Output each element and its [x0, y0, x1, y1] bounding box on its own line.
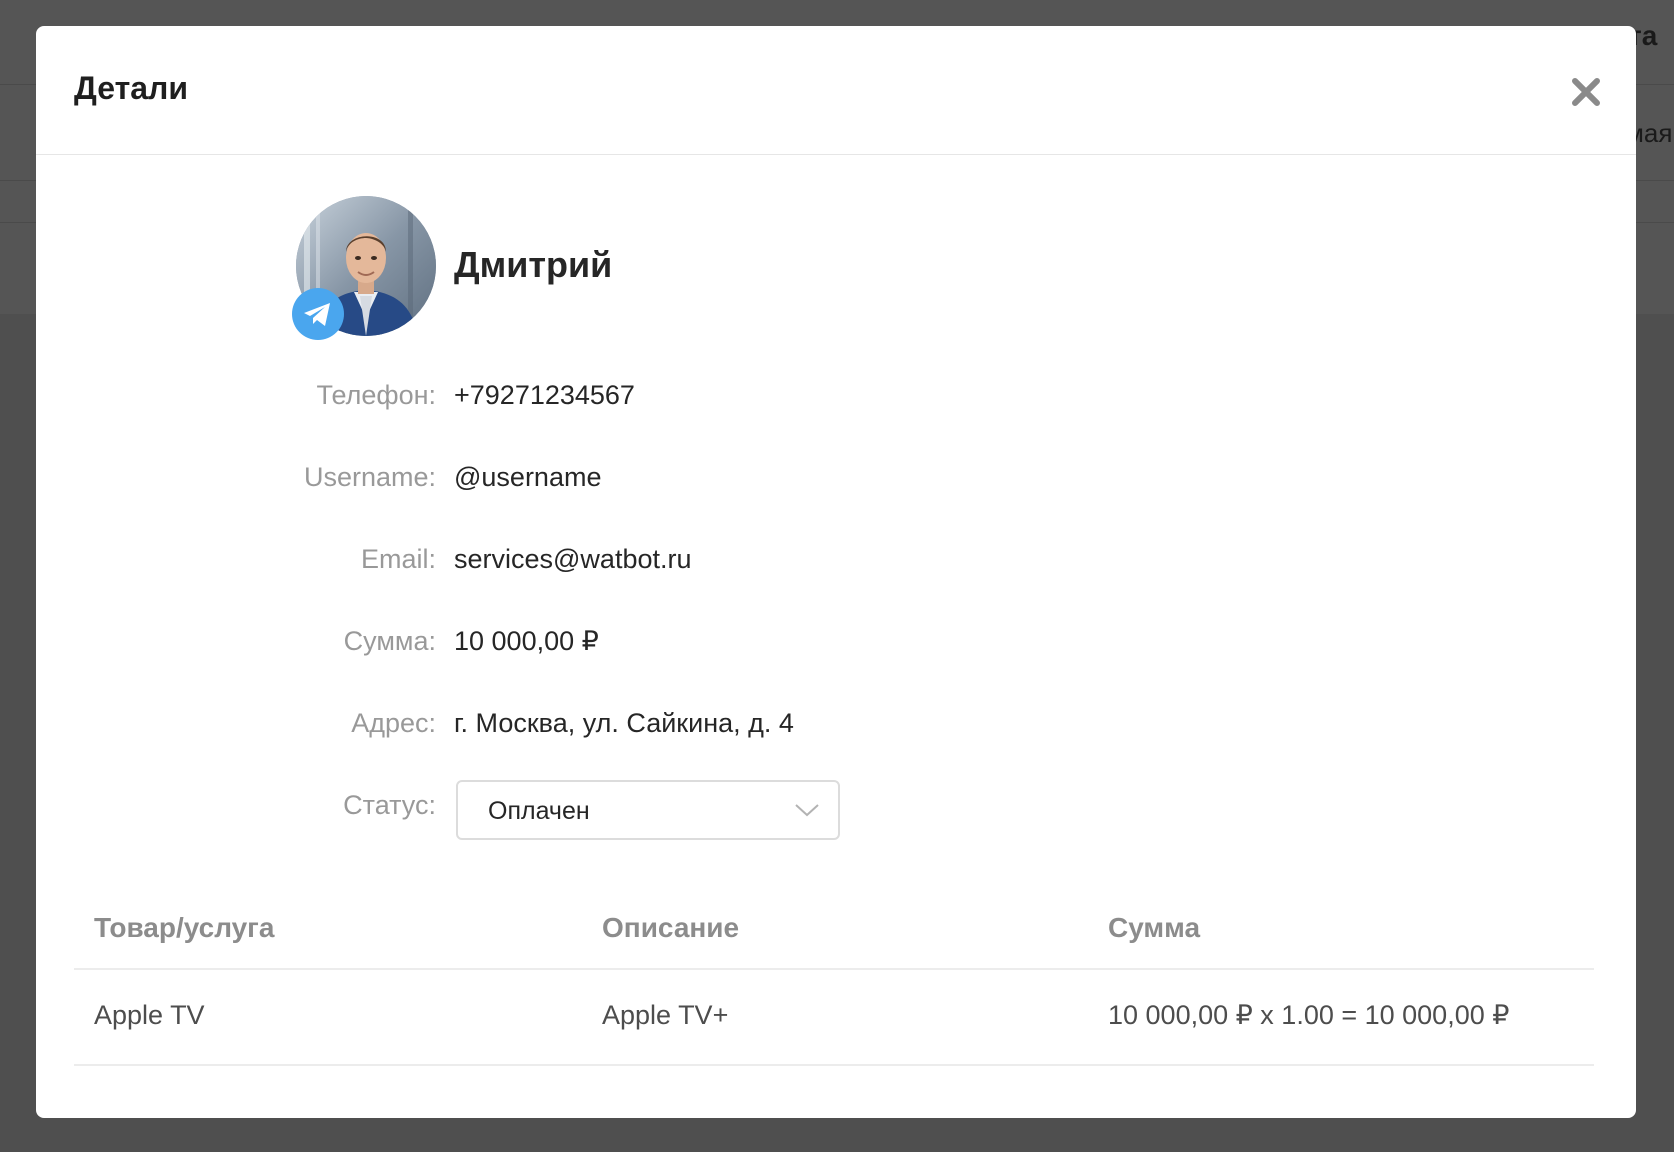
email-label: Email: — [360, 544, 436, 574]
username-label: Username: — [303, 462, 436, 492]
close-button[interactable] — [1566, 72, 1606, 112]
modal-title: Детали — [74, 70, 189, 106]
cell-item: Apple TV — [94, 1000, 205, 1030]
amount-label: Сумма: — [343, 626, 436, 656]
items-table-header: Товар/услуга Описание Сумма — [74, 886, 1594, 970]
column-header-description: Описание — [602, 912, 740, 943]
details-modal: Детали Дмитрий Телефон: +79271234567 Use… — [36, 26, 1636, 1118]
email-value: services@watbot.ru — [454, 544, 692, 574]
cell-amount: 10 000,00 ₽ x 1.00 = 10 000,00 ₽ — [1108, 1000, 1510, 1030]
customer-name: Дмитрий — [454, 244, 613, 285]
username-value: @username — [454, 462, 602, 492]
telegram-badge — [292, 288, 344, 340]
address-value: г. Москва, ул. Сайкина, д. 4 — [454, 708, 794, 738]
status-selected-value: Оплачен — [488, 797, 590, 825]
phone-label: Телефон: — [316, 380, 436, 410]
modal-header: Детали — [36, 26, 1636, 155]
status-select[interactable]: Оплачен — [456, 780, 840, 840]
customer-avatar-wrapper — [292, 196, 442, 346]
chevron-down-icon — [795, 804, 819, 817]
close-icon — [1572, 78, 1600, 106]
status-label: Статус: — [343, 790, 436, 820]
table-row: Apple TV Apple TV+ 10 000,00 ₽ x 1.00 = … — [74, 970, 1594, 1066]
cell-description: Apple TV+ — [602, 1000, 729, 1030]
address-label: Адрес: — [351, 708, 436, 738]
phone-value: +79271234567 — [454, 380, 635, 410]
amount-value: 10 000,00 ₽ — [454, 626, 599, 656]
telegram-icon — [304, 303, 330, 326]
column-header-amount: Сумма — [1108, 912, 1201, 943]
column-header-item: Товар/услуга — [94, 912, 275, 943]
